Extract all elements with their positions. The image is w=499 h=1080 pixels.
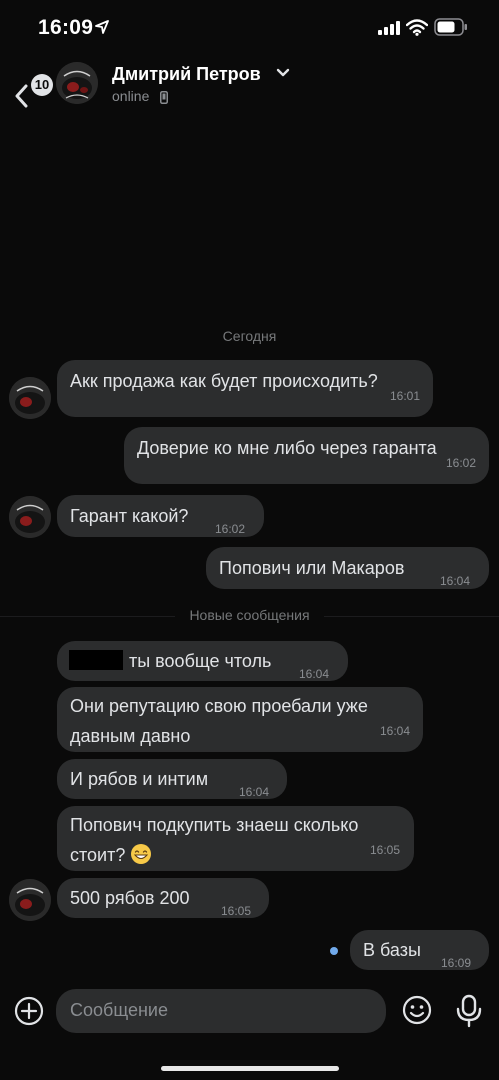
- avatar-image: [9, 879, 51, 921]
- avatar-image: [9, 377, 51, 419]
- message-text: ты вообще чтоль: [129, 651, 272, 671]
- message-bubble-incoming[interactable]: Акк продажа как будет происходить? 16:01: [57, 360, 433, 417]
- chevron-down-icon[interactable]: [276, 68, 290, 78]
- sender-avatar[interactable]: [9, 879, 51, 921]
- signal-icon: [378, 21, 400, 35]
- message-text: Гарант какой?: [70, 506, 189, 526]
- message-bubble-incoming[interactable]: Попович подкупить знаеш сколько стоит? 1…: [57, 806, 414, 871]
- smile-icon[interactable]: [401, 994, 433, 1026]
- message-text: Доверие ко мне либо через гаранта: [137, 438, 437, 458]
- back-button[interactable]: 10: [12, 68, 53, 108]
- avatar-image: [56, 62, 98, 104]
- contact-name[interactable]: Дмитрий Петров: [112, 64, 261, 85]
- message-text: Акк продажа как будет происходить?: [70, 371, 378, 391]
- contact-status: online: [112, 88, 150, 104]
- message-text: И рябов и интим: [70, 769, 209, 789]
- message-bubble-incoming[interactable]: 500 рябов 200 16:05: [57, 878, 269, 918]
- message-bubble-outgoing[interactable]: В базы 16:09: [350, 930, 489, 970]
- status-bar: 16:09: [0, 0, 499, 56]
- microphone-icon[interactable]: [455, 994, 483, 1028]
- sender-avatar[interactable]: [9, 496, 51, 538]
- phone-icon: [160, 91, 168, 104]
- unread-indicator: [330, 947, 338, 955]
- location-arrow-icon: [95, 20, 109, 34]
- message-time: 16:05: [369, 843, 400, 857]
- message-time: 16:02: [445, 456, 476, 470]
- message-composer: Сообщение: [0, 984, 499, 1044]
- redacted-block: [69, 650, 123, 670]
- message-time: 16:09: [441, 956, 472, 970]
- message-time: 16:04: [239, 785, 270, 799]
- new-messages-label: Новые сообщения: [175, 607, 324, 623]
- battery-icon: [434, 18, 467, 36]
- message-text: 500 рябов 200: [70, 888, 190, 908]
- grinning-emoji-icon: [131, 844, 152, 864]
- message-text: Попович или Макаров: [219, 558, 405, 578]
- message-input-placeholder: Сообщение: [70, 1000, 168, 1020]
- date-separator: Сегодня: [222, 328, 277, 344]
- message-bubble-outgoing[interactable]: Доверие ко мне либо через гаранта 16:02: [124, 427, 489, 484]
- message-time: 16:01: [389, 389, 420, 403]
- message-time: 16:02: [215, 522, 246, 536]
- message-text: Они репутацию свою проебали уже давным д…: [70, 696, 368, 746]
- sender-avatar[interactable]: [9, 377, 51, 419]
- unread-count-badge: 10: [31, 74, 53, 96]
- plus-icon[interactable]: [12, 994, 46, 1028]
- message-bubble-incoming[interactable]: И рябов и интим 16:04: [57, 759, 287, 799]
- avatar-image: [9, 496, 51, 538]
- wifi-icon: [406, 19, 428, 36]
- chat-header: 10 Дмитрий Петров online: [0, 56, 499, 120]
- message-input[interactable]: Сообщение: [56, 989, 386, 1033]
- message-bubble-outgoing[interactable]: Попович или Макаров 16:04: [206, 547, 489, 589]
- message-bubble-incoming[interactable]: Гарант какой? 16:02: [57, 495, 264, 537]
- message-text-row: Попович подкупить знаеш сколько стоит?: [70, 810, 400, 870]
- message-bubble-incoming[interactable]: Они репутацию свою проебали уже давным д…: [57, 687, 423, 752]
- home-indicator[interactable]: [161, 1066, 339, 1071]
- message-bubble-incoming[interactable]: ты вообще чтоль 16:04: [57, 641, 348, 681]
- message-time: 16:04: [379, 724, 410, 738]
- message-time: 16:04: [440, 574, 471, 588]
- message-text: В базы: [363, 940, 421, 960]
- message-time: 16:05: [221, 904, 252, 918]
- message-text: Попович подкупить знаеш сколько стоит?: [70, 815, 359, 865]
- message-text-row: ты вообще чтоль: [69, 646, 271, 676]
- status-time: 16:09: [38, 16, 94, 39]
- new-messages-separator: Новые сообщения: [0, 607, 499, 625]
- message-time: 16:04: [299, 667, 330, 681]
- contact-avatar[interactable]: [56, 62, 98, 104]
